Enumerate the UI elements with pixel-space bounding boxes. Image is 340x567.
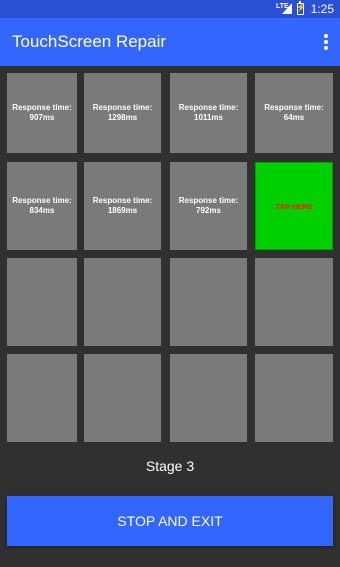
app-bar: TouchScreen Repair xyxy=(0,18,340,66)
status-bar: LTE 1:25 xyxy=(0,0,340,18)
app-title: TouchScreen Repair xyxy=(12,32,167,51)
grid-tile[interactable] xyxy=(7,354,77,442)
stage-label: Stage 3 xyxy=(145,458,195,474)
grid-tile[interactable] xyxy=(255,258,333,346)
clock: 1:25 xyxy=(310,2,334,16)
grid-tile[interactable]: Response time: 64ms xyxy=(255,73,333,153)
tap-here-tile[interactable]: TAP HERE xyxy=(255,162,333,250)
grid-tile[interactable]: Response time: 1011ms xyxy=(170,73,247,153)
grid-tile[interactable] xyxy=(84,258,161,346)
grid-tile[interactable]: Response time: 1869ms xyxy=(84,162,161,250)
grid-tile[interactable] xyxy=(255,354,333,442)
grid-tile[interactable] xyxy=(170,354,247,442)
grid-tile[interactable]: Response time: 792ms xyxy=(170,162,247,250)
grid-tile[interactable]: Response time: 1298ms xyxy=(84,73,161,153)
overflow-menu-icon[interactable] xyxy=(324,34,328,50)
grid-tile[interactable] xyxy=(170,258,247,346)
grid-tile[interactable] xyxy=(7,258,77,346)
battery-icon xyxy=(296,1,306,15)
stop-and-exit-button[interactable]: STOP AND EXIT xyxy=(7,496,333,546)
grid-tile[interactable]: Response time: 907ms xyxy=(7,73,77,153)
grid-tile[interactable] xyxy=(84,354,161,442)
signal-icon xyxy=(282,3,292,14)
grid-tile[interactable]: Response time: 834ms xyxy=(7,162,77,250)
